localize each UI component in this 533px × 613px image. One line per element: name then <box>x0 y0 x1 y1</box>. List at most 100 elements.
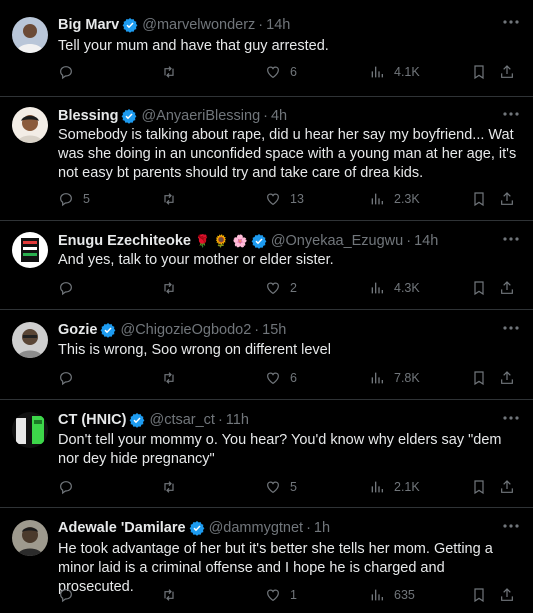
retweet-button[interactable] <box>161 191 186 207</box>
tweet-header: Big Marv @marvelwonderz · 14h <box>58 15 493 35</box>
user-handle[interactable]: @ChigozieOgbodo2 <box>120 322 251 338</box>
tweet[interactable]: Adewale 'Damilare @dammygtnet · 1h He to… <box>0 508 533 613</box>
tweet[interactable]: Blessing @AnyaeriBlessing · 4h Somebody … <box>0 97 533 221</box>
reply-button[interactable] <box>58 479 83 495</box>
retweet-button[interactable] <box>161 587 186 603</box>
reply-button[interactable]: 5 <box>58 191 90 207</box>
tweet[interactable]: Gozie @ChigozieOgbodo2 · 15h This is wro… <box>0 310 533 400</box>
heart-icon <box>265 64 281 80</box>
avatar[interactable] <box>12 322 48 358</box>
heart-icon <box>265 191 281 207</box>
separator: · <box>263 108 268 124</box>
retweet-button[interactable] <box>161 370 186 386</box>
reply-icon <box>58 191 74 207</box>
bookmark-button[interactable] <box>471 280 487 296</box>
like-count: 1 <box>290 588 297 602</box>
like-button[interactable]: 2 <box>265 280 297 296</box>
display-name[interactable]: Blessing <box>58 108 118 124</box>
timestamp[interactable]: 15h <box>262 322 286 338</box>
more-options-icon[interactable] <box>501 517 521 535</box>
display-name[interactable]: Gozie <box>58 322 97 338</box>
timestamp[interactable]: 11h <box>226 412 249 428</box>
bookmark-button[interactable] <box>471 191 487 207</box>
tweet-header: CT (HNIC) @ctsar_ct · 11h <box>58 410 493 430</box>
retweet-button[interactable] <box>161 479 186 495</box>
more-options-icon[interactable] <box>501 319 521 337</box>
share-button[interactable] <box>499 280 515 296</box>
avatar[interactable] <box>12 412 48 448</box>
share-icon <box>499 370 515 386</box>
like-count: 6 <box>290 371 297 385</box>
separator: · <box>217 412 223 428</box>
user-handle[interactable]: @dammygtnet <box>209 520 304 536</box>
more-options-icon[interactable] <box>501 409 521 427</box>
timestamp[interactable]: 4h <box>271 108 287 124</box>
name-emoji: 🌻 <box>213 234 229 248</box>
bookmark-button[interactable] <box>471 479 487 495</box>
share-icon <box>499 64 515 80</box>
display-name[interactable]: Adewale 'Damilare <box>58 520 186 536</box>
reply-button[interactable] <box>58 280 83 296</box>
views-button[interactable]: 2.1K <box>369 479 420 495</box>
avatar[interactable] <box>12 232 48 268</box>
display-name[interactable]: CT (HNIC) <box>58 412 126 428</box>
reply-icon <box>58 64 74 80</box>
views-button[interactable]: 4.1K <box>369 64 420 80</box>
more-options-icon[interactable] <box>501 13 521 31</box>
reply-button[interactable] <box>58 370 83 386</box>
name-emoji: 🌹 <box>194 234 210 248</box>
avatar[interactable] <box>12 107 48 143</box>
like-button[interactable]: 1 <box>265 587 297 603</box>
like-button[interactable]: 6 <box>265 370 297 386</box>
views-button[interactable]: 2.3K <box>369 191 420 207</box>
user-handle[interactable]: @marvelwonderz <box>142 17 255 33</box>
bookmark-button[interactable] <box>471 370 487 386</box>
tweet[interactable]: Enugu Ezechiteoke 🌹 🌻 🌸 @Onyekaa_Ezugwu … <box>0 221 533 310</box>
retweet-icon <box>161 587 177 603</box>
tweet[interactable]: Big Marv @marvelwonderz · 14h Tell your … <box>0 0 533 97</box>
separator: · <box>306 520 311 536</box>
timestamp[interactable]: 1h <box>314 520 330 536</box>
tweet-text: And yes, talk to your mother or elder si… <box>58 252 334 268</box>
views-icon <box>369 191 385 207</box>
like-button[interactable]: 6 <box>265 64 297 80</box>
like-count: 13 <box>290 192 304 206</box>
reply-feed: Big Marv @marvelwonderz · 14h Tell your … <box>0 0 533 613</box>
share-button[interactable] <box>499 370 515 386</box>
bookmark-button[interactable] <box>471 587 487 603</box>
timestamp[interactable]: 14h <box>266 17 290 33</box>
more-options-icon[interactable] <box>501 230 521 248</box>
like-count: 6 <box>290 65 297 79</box>
retweet-icon <box>161 370 177 386</box>
verified-badge-icon <box>251 233 267 249</box>
views-icon <box>369 64 385 80</box>
avatar[interactable] <box>12 17 48 53</box>
display-name[interactable]: Enugu Ezechiteoke <box>58 233 191 249</box>
views-button[interactable]: 7.8K <box>369 370 420 386</box>
timestamp[interactable]: 14h <box>414 233 438 249</box>
tweet[interactable]: CT (HNIC) @ctsar_ct · 11h Don't tell you… <box>0 400 533 508</box>
share-button[interactable] <box>499 479 515 495</box>
bookmark-icon <box>471 370 487 386</box>
retweet-button[interactable] <box>161 280 186 296</box>
user-handle[interactable]: @Onyekaa_Ezugwu <box>271 233 403 249</box>
more-options-icon[interactable] <box>501 105 521 123</box>
views-button[interactable]: 635 <box>369 587 415 603</box>
views-button[interactable]: 4.3K <box>369 280 420 296</box>
like-button[interactable]: 13 <box>265 191 304 207</box>
share-button[interactable] <box>499 64 515 80</box>
display-name[interactable]: Big Marv <box>58 17 119 33</box>
tweet-actions: 6 7.8K <box>58 370 521 390</box>
like-button[interactable]: 5 <box>265 479 297 495</box>
bookmark-button[interactable] <box>471 64 487 80</box>
share-button[interactable] <box>499 587 515 603</box>
retweet-button[interactable] <box>161 64 186 80</box>
avatar[interactable] <box>12 520 48 556</box>
user-handle[interactable]: @AnyaeriBlessing <box>141 108 260 124</box>
separator: · <box>254 322 260 338</box>
user-handle[interactable]: @ctsar_ct <box>149 412 214 428</box>
reply-button[interactable] <box>58 64 83 80</box>
reply-button[interactable] <box>58 587 83 603</box>
share-button[interactable] <box>499 191 515 207</box>
bookmark-icon <box>471 479 487 495</box>
